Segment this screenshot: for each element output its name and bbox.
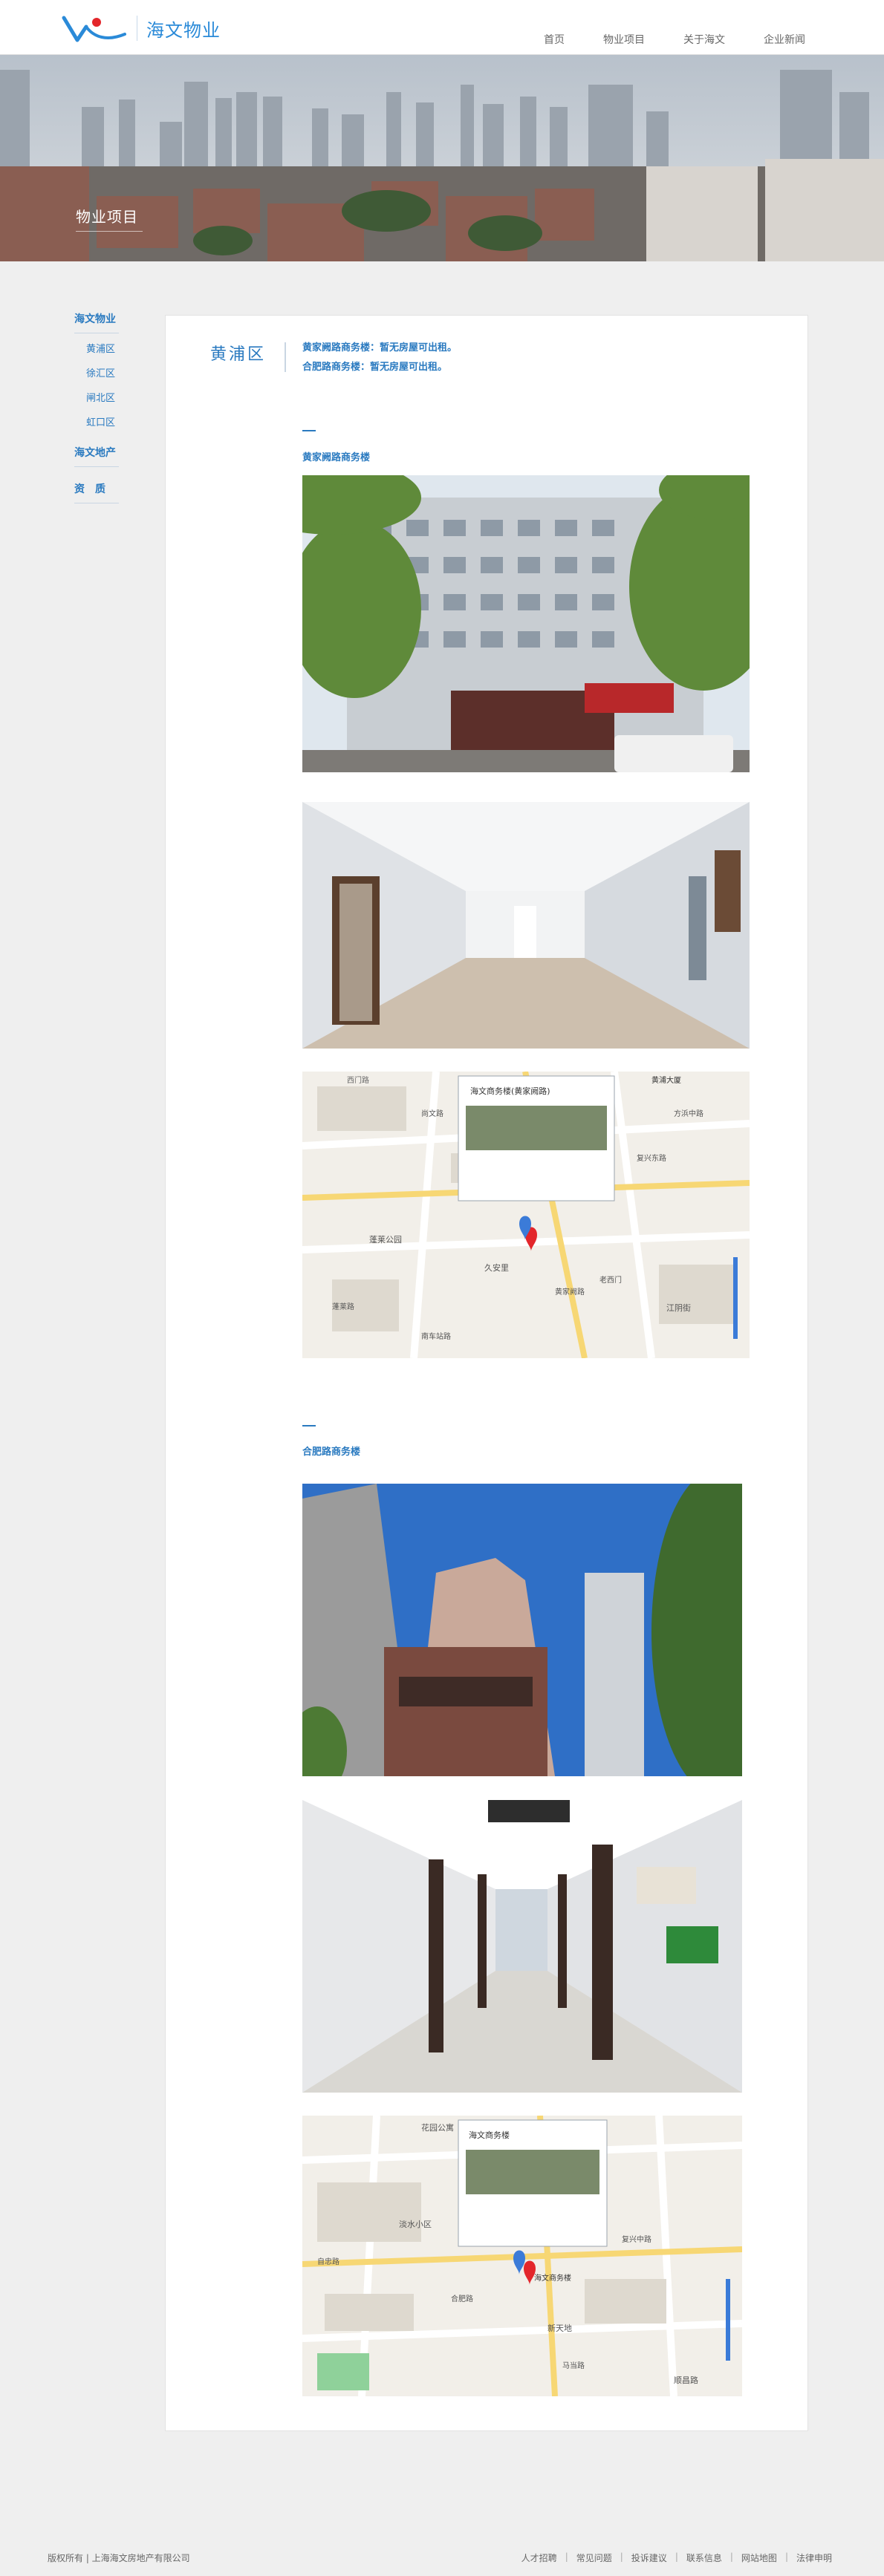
main-nav: 首页 物业项目 关于海文 企业新闻: [544, 33, 825, 48]
status-line-1: 黄家阙路商务楼：暂无房屋可出租。: [302, 342, 458, 353]
sidebar-group-property: 海文物业 黄浦区 徐汇区 闸北区 虹口区: [74, 312, 119, 431]
map1-place-10: 方浜中路: [674, 1109, 703, 1118]
map1-popup-title: 海文商务楼(黄家阙路): [470, 1086, 550, 1096]
map1-place-2: 久安里: [484, 1262, 509, 1273]
nav-news[interactable]: 企业新闻: [744, 33, 825, 48]
sidebar-item-qualification[interactable]: 资 质: [74, 482, 119, 503]
map2-popup-title: 海文商务楼: [469, 2130, 510, 2140]
footer-link-contact[interactable]: 联系信息: [678, 2551, 730, 2564]
logo-mark-icon: [62, 16, 126, 42]
section-2-title: 合肥路商务楼: [302, 1447, 361, 1458]
district-title: 黄浦区: [210, 345, 267, 364]
banner-underline: [76, 231, 143, 232]
map2-place-7: 顺昌路: [674, 2376, 698, 2385]
district-divider: [285, 342, 286, 372]
map1-place-7: 黄家阙路: [555, 1287, 585, 1297]
building-1-corridor-photo: [302, 802, 750, 1049]
footer-link-faq[interactable]: 常见问题: [568, 2551, 620, 2564]
footer-link-legal[interactable]: 法律申明: [788, 2551, 832, 2564]
map1-place-8: 江阴街: [666, 1302, 691, 1313]
section-1-title: 黄家阙路商务楼: [302, 452, 371, 463]
site-header: 海文物业 首页 物业项目 关于海文 企业新闻: [0, 0, 884, 55]
sidebar-group-realestate: 海文地产: [74, 446, 119, 467]
map2-place-4: 合肥路: [451, 2294, 473, 2303]
sidebar-item-hongkou[interactable]: 虹口区: [74, 416, 119, 431]
nav-about[interactable]: 关于海文: [664, 33, 744, 48]
map2-place-0: 花园公寓: [421, 2122, 454, 2133]
site-logo[interactable]: 海文物业: [61, 12, 221, 45]
copyright-text: 版权所有 | 上海海文房地产有限公司: [48, 2553, 190, 2563]
map2-place-1: 淡水小区: [399, 2220, 432, 2229]
map2-place-3: 复兴中路: [622, 2234, 651, 2244]
hero-banner: 物业项目: [0, 55, 884, 261]
footer-link-sitemap[interactable]: 网站地图: [733, 2551, 785, 2564]
sidebar-nav: 海文物业 黄浦区 徐汇区 闸北区 虹口区 海文地产 资 质: [74, 312, 119, 518]
building-1-exterior-photo: [302, 475, 750, 772]
logo-text: 海文物业: [146, 19, 221, 41]
map2-marker-label: 海文商务楼: [534, 2273, 571, 2283]
map1-place-3: 老西门: [599, 1275, 622, 1285]
map2-place-2: 新天地: [547, 2323, 572, 2333]
banner-title: 物业项目: [76, 208, 138, 226]
map1-place-1: 蓬莱公园: [369, 1235, 402, 1245]
map1-place-4: 复兴东路: [637, 1153, 666, 1163]
building-2-map[interactable]: 海文商务楼 海文商务楼 花园公寓 淡水小区 新天地 复兴中路 合肥路 马当路 自…: [302, 2116, 742, 2396]
sidebar-item-huangpu[interactable]: 黄浦区: [74, 342, 119, 357]
footer-link-careers[interactable]: 人才招聘: [513, 2551, 565, 2564]
sidebar-item-haiwen-realestate[interactable]: 海文地产: [74, 446, 119, 467]
footer-links: 人才招聘 | 常见问题 | 投诉建议 | 联系信息 | 网站地图 | 法律申明: [513, 2551, 832, 2564]
building-2-corridor-photo: [302, 1800, 742, 2093]
section-2-dash: [302, 1425, 316, 1426]
sidebar-group-qualification: 资 质: [74, 482, 119, 503]
map1-place-9: 南车站路: [421, 1331, 451, 1341]
map2-place-5: 马当路: [562, 2361, 585, 2370]
building-2-exterior-photo: [302, 1484, 742, 1776]
building-1-map[interactable]: 海文商务楼(黄家阙路) 黄浦大厦 西门路 蓬莱公园 久安里 老西门 复兴东路 蓬…: [302, 1072, 750, 1358]
map1-marker-label: 黄浦大厦: [651, 1075, 681, 1085]
footer-link-feedback[interactable]: 投诉建议: [623, 2551, 675, 2564]
map1-place-5: 蓬莱路: [332, 1302, 354, 1311]
sidebar-item-zhabei[interactable]: 闸北区: [74, 391, 119, 406]
content-card: 黄浦区 黄家阙路商务楼：暂无房屋可出租。 合肥路商务楼：暂无房屋可出租。 黄家阙…: [165, 315, 808, 2431]
nav-home[interactable]: 首页: [544, 33, 584, 48]
map1-place-0: 西门路: [347, 1075, 369, 1085]
site-footer: 版权所有 | 上海海文房地产有限公司 人才招聘 | 常见问题 | 投诉建议 | 联系信…: [0, 2540, 884, 2576]
sidebar-item-haiwen-property[interactable]: 海文物业: [74, 312, 119, 333]
map1-place-6: 尚文路: [421, 1109, 443, 1118]
nav-projects[interactable]: 物业项目: [584, 33, 664, 48]
sidebar-item-xuhui[interactable]: 徐汇区: [74, 367, 119, 382]
section-1-dash: [302, 430, 316, 431]
status-line-2: 合肥路商务楼：暂无房屋可出租。: [302, 362, 448, 373]
map2-place-6: 自忠路: [317, 2257, 339, 2266]
